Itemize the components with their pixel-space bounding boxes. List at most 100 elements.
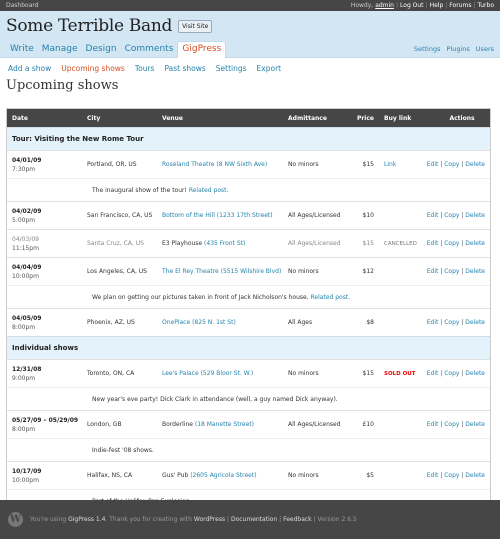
- tab-design[interactable]: Design: [82, 42, 121, 57]
- table-row: 04/01/09 7:30pm Portland, OR, US Roseland T…: [7, 150, 490, 178]
- show-admittance: All Ages/Licensed: [288, 240, 341, 247]
- tab-write[interactable]: Write: [6, 42, 38, 57]
- show-admittance: No minors: [288, 370, 319, 377]
- buy-link-cell: CANCELLED: [378, 240, 424, 247]
- subnav-past-shows[interactable]: Past shows: [164, 64, 205, 75]
- row-actions: Edit | Copy | Delete: [426, 161, 485, 168]
- show-time: 10:00pm: [12, 476, 39, 484]
- delete-link[interactable]: Delete: [465, 370, 485, 377]
- nav-settings-link[interactable]: Settings: [414, 45, 441, 53]
- show-venue-cell: E3 Playhouse (435 Front St): [162, 240, 288, 247]
- show-date: 04/05/09: [12, 314, 42, 322]
- copy-link[interactable]: Copy: [444, 319, 459, 326]
- edit-link[interactable]: Edit: [427, 268, 439, 275]
- edit-link[interactable]: Edit: [427, 240, 439, 247]
- venue-name[interactable]: Lee's Palace: [162, 370, 199, 377]
- subnav-export[interactable]: Export: [257, 64, 282, 75]
- tab-manage[interactable]: Manage: [38, 42, 82, 57]
- edit-link[interactable]: Edit: [427, 370, 439, 377]
- venue-address-link[interactable]: (1233 17th Street): [217, 212, 273, 219]
- copy-link[interactable]: Copy: [444, 268, 459, 275]
- delete-link[interactable]: Delete: [465, 268, 485, 275]
- logout-link[interactable]: Log Out: [400, 2, 424, 9]
- edit-link[interactable]: Edit: [427, 161, 439, 168]
- show-admittance: All Ages/Licensed: [288, 212, 341, 219]
- delete-link[interactable]: Delete: [465, 472, 485, 479]
- nav-users-link[interactable]: Users: [476, 45, 494, 53]
- venue-name: Borderline: [162, 421, 193, 428]
- tour-group-header: Tour: Visiting the New Rome Tour: [7, 127, 490, 150]
- subnav-tours[interactable]: Tours: [135, 64, 155, 75]
- related-post-link[interactable]: Related post.: [189, 187, 229, 194]
- edit-link[interactable]: Edit: [427, 319, 439, 326]
- turbo-link[interactable]: Turbo: [477, 2, 494, 9]
- venue-address-link[interactable]: (435 Front St): [204, 240, 245, 247]
- user-link[interactable]: admin: [375, 2, 394, 9]
- venue-name[interactable]: Roseland Theatre: [162, 161, 214, 168]
- dashboard-link[interactable]: Dashboard: [6, 2, 39, 9]
- documentation-link[interactable]: Documentation: [231, 516, 277, 523]
- show-time: 7:30pm: [12, 165, 36, 173]
- copy-link[interactable]: Copy: [444, 240, 459, 247]
- show-admittance: All Ages/Licensed: [288, 421, 341, 428]
- delete-link[interactable]: Delete: [465, 240, 485, 247]
- venue-address-link[interactable]: (8 NW Sixth Ave): [216, 161, 267, 168]
- gigpress-version-link[interactable]: GigPress 1.4: [68, 516, 105, 523]
- edit-link[interactable]: Edit: [427, 212, 439, 219]
- show-notes: The inaugural show of the tour!: [92, 186, 187, 194]
- venue-address-link[interactable]: (529 Bloor St. W.): [201, 370, 254, 377]
- copy-link[interactable]: Copy: [444, 421, 459, 428]
- show-notes-row: The inaugural show of the tour! Related …: [7, 178, 490, 201]
- venue-address-link[interactable]: (18 Manette Street): [195, 421, 254, 428]
- feedback-link[interactable]: Feedback: [283, 516, 312, 523]
- delete-link[interactable]: Delete: [465, 319, 485, 326]
- related-post-link[interactable]: Related post.: [311, 294, 351, 301]
- venue-address-link[interactable]: (5515 Wilshire Blvd): [221, 268, 282, 275]
- show-venue-cell: The El Rey Theatre (5515 Wilshire Blvd): [162, 268, 288, 275]
- footer-thanks: . Thank you for creating with: [105, 516, 192, 523]
- venue-name[interactable]: The El Rey Theatre: [162, 268, 219, 275]
- show-notes-row: We plan on getting our pictures taken in…: [7, 285, 490, 308]
- table-row: 05/27/09 – 05/29/09 8:00pm London, GB Borde…: [7, 410, 490, 438]
- buy-link[interactable]: Link: [384, 161, 396, 168]
- buy-link-cell: SOLD OUT: [378, 370, 424, 377]
- main-nav: Write Manage Design Comments GigPress Se…: [0, 41, 500, 58]
- delete-link[interactable]: Delete: [465, 161, 485, 168]
- table-row: 04/04/09 10:00pm Los Angeles, CA, US The El…: [7, 257, 490, 285]
- show-notes: Indie-fest '08 shows.: [92, 446, 154, 454]
- venue-name[interactable]: OnePlace: [162, 319, 190, 326]
- show-city: Portland, OR, US: [87, 161, 137, 168]
- show-date-cell: 04/03/09 11:15pm: [7, 235, 87, 253]
- subnav-settings[interactable]: Settings: [216, 64, 247, 75]
- show-city: Los Angeles, CA, US: [87, 268, 147, 275]
- edit-link[interactable]: Edit: [427, 421, 439, 428]
- table-row: 12/31/08 9:00pm Toronto, ON, CA Lee's Palac…: [7, 359, 490, 387]
- nav-plugins-link[interactable]: Plugins: [447, 45, 470, 53]
- copy-link[interactable]: Copy: [444, 472, 459, 479]
- col-admittance: Admittance: [288, 114, 327, 122]
- wordpress-link[interactable]: WordPress: [194, 516, 225, 523]
- delete-link[interactable]: Delete: [465, 212, 485, 219]
- venue-name[interactable]: Bottom of the Hill: [162, 212, 215, 219]
- copy-link[interactable]: Copy: [444, 161, 459, 168]
- venue-address-link[interactable]: (825 N. 1st St): [192, 319, 236, 326]
- delete-link[interactable]: Delete: [465, 421, 485, 428]
- show-time: 11:15pm: [12, 244, 39, 252]
- forums-link[interactable]: Forums: [449, 2, 471, 9]
- tab-comments[interactable]: Comments: [121, 42, 178, 57]
- show-date: 04/01/09: [12, 156, 42, 164]
- tab-gigpress[interactable]: GigPress: [177, 41, 227, 58]
- copy-link[interactable]: Copy: [444, 212, 459, 219]
- footer: W You're using GigPress 1.4. Thank you f…: [0, 500, 500, 539]
- show-time: 5:00pm: [12, 216, 36, 224]
- help-link[interactable]: Help: [430, 2, 444, 9]
- show-price: $15: [362, 370, 374, 377]
- visit-site-button[interactable]: Visit Site: [178, 19, 213, 33]
- show-admittance: No minors: [288, 472, 319, 479]
- edit-link[interactable]: Edit: [427, 472, 439, 479]
- venue-address-link[interactable]: (2605 Agricola Street): [190, 472, 256, 479]
- copy-link[interactable]: Copy: [444, 370, 459, 377]
- show-price: $15: [362, 161, 374, 168]
- subnav-upcoming-shows[interactable]: Upcoming shows: [61, 64, 125, 75]
- subnav-add-show[interactable]: Add a show: [8, 64, 51, 75]
